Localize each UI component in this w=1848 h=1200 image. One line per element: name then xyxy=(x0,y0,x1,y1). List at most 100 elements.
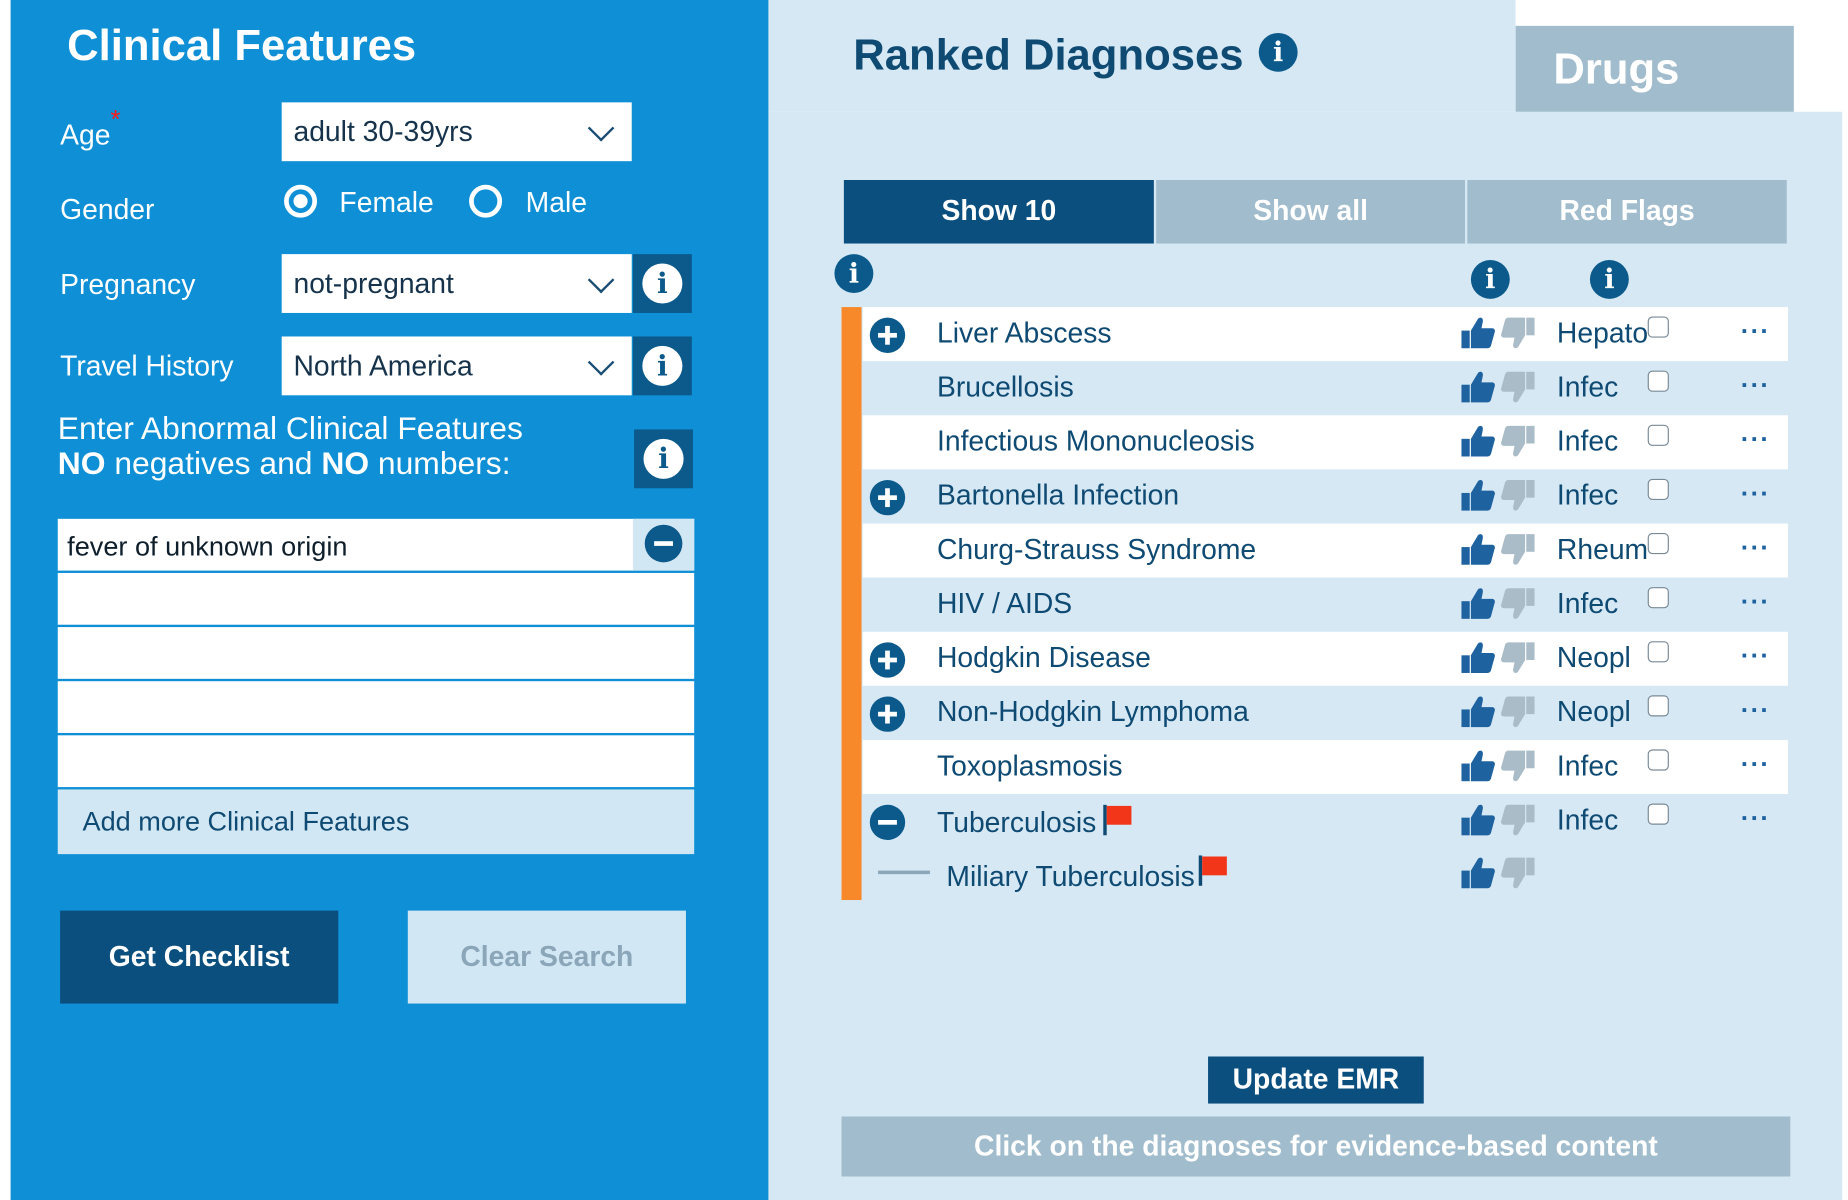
diagnosis-name[interactable]: Non-Hodgkin Lymphoma xyxy=(937,696,1249,729)
thumbs-up-icon[interactable] xyxy=(1460,855,1495,890)
thumbs-down-icon[interactable] xyxy=(1500,855,1535,890)
diagnosis-row[interactable]: Tuberculosis Infec ··· xyxy=(862,794,1788,849)
thumbs-down-icon[interactable] xyxy=(1500,802,1535,837)
thumbs-up-icon[interactable] xyxy=(1460,532,1495,567)
diagnosis-name[interactable]: Hodgkin Disease xyxy=(937,642,1151,675)
thumbs-down-icon[interactable] xyxy=(1500,478,1535,513)
thumbs-up-icon[interactable] xyxy=(1460,802,1495,837)
diagnosis-votes xyxy=(1460,740,1543,794)
age-select[interactable]: adult 30-39yrs xyxy=(281,102,632,162)
more-icon[interactable]: ··· xyxy=(1741,481,1770,507)
diagnosis-checkbox[interactable] xyxy=(1647,695,1669,717)
thumbs-up-icon[interactable] xyxy=(1460,694,1495,729)
diagnosis-row[interactable]: Liver Abscess Hepato ··· xyxy=(862,307,1788,362)
tab-show-all[interactable]: Show all xyxy=(1156,180,1465,244)
diagnosis-checkbox[interactable] xyxy=(1647,478,1669,501)
diagnosis-name[interactable]: Infectious Mononucleosis xyxy=(937,426,1255,459)
more-icon[interactable]: ··· xyxy=(1741,805,1770,831)
diagnosis-checkbox[interactable] xyxy=(1647,749,1669,771)
diagnosis-row[interactable]: Bartonella Infection Infec ··· xyxy=(862,469,1788,524)
thumbs-down-icon[interactable] xyxy=(1500,315,1535,350)
diagnosis-checkbox[interactable] xyxy=(1647,803,1669,825)
diagnosis-checkbox[interactable] xyxy=(1647,641,1669,663)
diagnosis-sub-item[interactable]: Miliary Tuberculosis xyxy=(946,861,1194,894)
feature-input-3[interactable] xyxy=(57,627,695,679)
plus-circle-icon[interactable] xyxy=(869,480,906,516)
diagnosis-name[interactable]: HIV / AIDS xyxy=(937,588,1072,621)
remove-feature-button[interactable] xyxy=(632,518,695,571)
add-more-features-button[interactable]: Add more Clinical Features xyxy=(57,789,695,855)
diagnosis-name[interactable]: Bartonella Infection xyxy=(937,480,1179,513)
pregnancy-info-button[interactable]: i xyxy=(632,254,692,313)
more-icon[interactable]: ··· xyxy=(1741,426,1770,452)
diagnosis-name[interactable]: Toxoplasmosis xyxy=(937,751,1123,784)
feature-input-5[interactable] xyxy=(57,735,695,788)
more-icon[interactable]: ··· xyxy=(1741,697,1770,723)
info-icon[interactable]: i xyxy=(834,254,874,293)
features-info-button[interactable]: i xyxy=(634,429,694,489)
more-icon[interactable]: ··· xyxy=(1741,589,1770,615)
travel-history-select[interactable]: North America xyxy=(281,336,632,396)
travel-info-button[interactable]: i xyxy=(632,336,692,396)
thumbs-up-icon[interactable] xyxy=(1460,478,1495,513)
diagnosis-row[interactable]: Hodgkin Disease Neopl ··· xyxy=(862,631,1788,686)
diagnosis-row[interactable]: Churg-Strauss Syndrome Rheum ··· xyxy=(862,523,1788,578)
pregnancy-select[interactable]: not-pregnant xyxy=(281,254,632,313)
diagnosis-checkbox[interactable] xyxy=(1647,587,1669,609)
diagnosis-checkbox[interactable] xyxy=(1647,370,1669,392)
diagnosis-checkbox[interactable] xyxy=(1647,532,1669,555)
plus-circle-icon[interactable] xyxy=(869,696,906,732)
more-icon[interactable]: ··· xyxy=(1741,318,1770,344)
minus-circle-icon[interactable] xyxy=(869,804,906,841)
gender-female-radio[interactable] xyxy=(284,184,318,218)
feature-input-value: fever of unknown origin xyxy=(67,530,348,562)
more-icon[interactable]: ··· xyxy=(1741,535,1770,561)
get-checklist-button[interactable]: Get Checklist xyxy=(60,910,339,1004)
more-icon[interactable]: ··· xyxy=(1741,372,1770,398)
feature-input-1[interactable]: fever of unknown origin xyxy=(57,518,695,571)
info-icon[interactable]: i xyxy=(1589,260,1629,299)
diagnosis-name[interactable]: Brucellosis xyxy=(937,372,1074,405)
feature-input-2[interactable] xyxy=(57,572,695,625)
thumbs-down-icon[interactable] xyxy=(1500,424,1535,459)
diagnosis-name[interactable]: Churg-Strauss Syndrome xyxy=(937,534,1256,567)
diagnosis-row[interactable]: Brucellosis Infec ··· xyxy=(862,361,1788,416)
clear-search-button[interactable]: Clear Search xyxy=(407,910,686,1004)
info-icon[interactable]: i xyxy=(1470,260,1510,299)
tab-red-flags[interactable]: Red Flags xyxy=(1467,180,1787,244)
thumbs-down-icon[interactable] xyxy=(1500,369,1535,404)
thumbs-up-icon[interactable] xyxy=(1460,748,1495,783)
diagnosis-name[interactable]: Liver Abscess xyxy=(937,318,1112,351)
add-more-label: Add more Clinical Features xyxy=(82,805,410,837)
thumbs-up-icon[interactable] xyxy=(1460,640,1495,675)
thumbs-down-icon[interactable] xyxy=(1500,586,1535,621)
instructions-line2: NO negatives and NO numbers: xyxy=(58,446,523,481)
diagnosis-checkbox[interactable] xyxy=(1647,316,1669,338)
feature-input-4[interactable] xyxy=(57,681,695,733)
thumbs-down-icon[interactable] xyxy=(1500,694,1535,729)
gender-male-radio[interactable] xyxy=(469,184,503,218)
diagnosis-name[interactable]: Tuberculosis xyxy=(937,804,1132,844)
tab-show-10[interactable]: Show 10 xyxy=(843,180,1154,244)
thumbs-up-icon[interactable] xyxy=(1460,586,1495,621)
diagnosis-checkbox[interactable] xyxy=(1647,424,1669,446)
more-icon[interactable]: ··· xyxy=(1741,751,1770,777)
info-icon[interactable]: i xyxy=(1258,32,1298,72)
thumbs-down-icon[interactable] xyxy=(1500,640,1535,675)
thumbs-down-icon[interactable] xyxy=(1500,748,1535,783)
plus-circle-icon[interactable] xyxy=(869,317,906,353)
update-emr-button[interactable]: Update EMR xyxy=(1208,1056,1424,1104)
thumbs-up-icon[interactable] xyxy=(1460,315,1495,350)
thumbs-up-icon[interactable] xyxy=(1460,369,1495,404)
gender-female-label[interactable]: Female xyxy=(339,187,433,220)
thumbs-down-icon[interactable] xyxy=(1500,532,1535,567)
diagnosis-row[interactable]: HIV / AIDS Infec ··· xyxy=(862,577,1788,632)
diagnosis-row[interactable]: Toxoplasmosis Infec ··· xyxy=(862,740,1788,795)
gender-male-label[interactable]: Male xyxy=(526,187,587,220)
diagnosis-row[interactable]: Non-Hodgkin Lymphoma Neopl ··· xyxy=(862,685,1788,741)
drugs-tab[interactable]: Drugs xyxy=(1515,25,1794,112)
diagnosis-row[interactable]: Infectious Mononucleosis Infec ··· xyxy=(862,415,1788,470)
thumbs-up-icon[interactable] xyxy=(1460,424,1495,459)
more-icon[interactable]: ··· xyxy=(1741,643,1770,669)
plus-circle-icon[interactable] xyxy=(869,642,906,678)
